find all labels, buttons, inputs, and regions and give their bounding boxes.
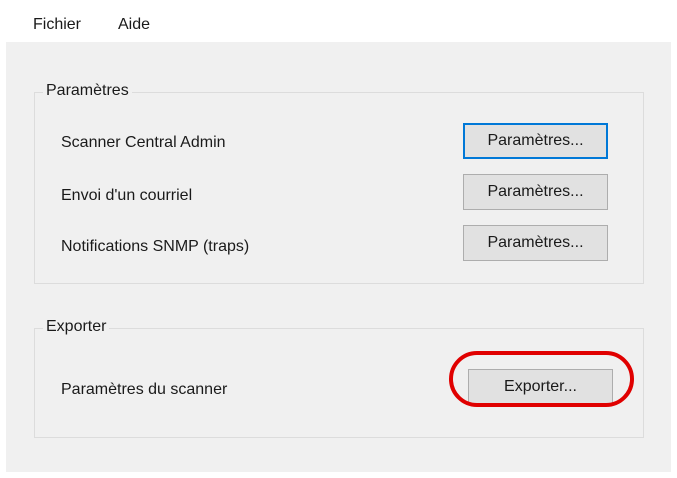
settings-group-title: Paramètres xyxy=(43,82,132,100)
email-sending-label: Envoi d'un courriel xyxy=(61,187,193,204)
export-group: Exporter Paramètres du scanner Exporter.… xyxy=(34,318,644,438)
scanner-settings-label: Paramètres du scanner xyxy=(61,381,228,398)
snmp-notifications-label: Notifications SNMP (traps) xyxy=(61,238,250,255)
menu-file[interactable]: Fichier xyxy=(33,16,81,34)
export-button[interactable]: Exporter... xyxy=(468,369,613,405)
scanner-central-admin-label: Scanner Central Admin xyxy=(61,134,226,151)
settings-group: Paramètres Scanner Central Admin Paramèt… xyxy=(34,82,644,284)
email-sending-settings-button[interactable]: Paramètres... xyxy=(463,174,608,210)
menu-bar: Fichier Aide xyxy=(6,6,671,42)
snmp-notifications-settings-button[interactable]: Paramètres... xyxy=(463,225,608,261)
menu-help[interactable]: Aide xyxy=(118,16,150,34)
export-group-title: Exporter xyxy=(43,318,110,336)
scanner-central-admin-settings-button[interactable]: Paramètres... xyxy=(463,123,608,159)
